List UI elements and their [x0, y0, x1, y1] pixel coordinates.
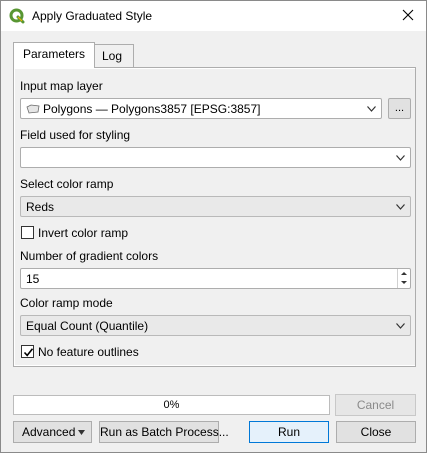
spin-down-icon[interactable] — [398, 278, 410, 287]
tab-parameters[interactable]: Parameters — [13, 42, 96, 68]
color-ramp-combo[interactable]: Reds — [20, 196, 411, 217]
chevron-down-icon — [396, 323, 405, 329]
spinbox-buttons — [397, 269, 410, 288]
tab-parameters-label: Parameters — [23, 47, 86, 61]
invert-ramp-label: Invert color ramp — [38, 226, 129, 240]
cancel-button[interactable]: Cancel — [335, 394, 416, 416]
input-layer-combo[interactable]: Polygons — Polygons3857 [EPSG:3857] — [20, 98, 382, 119]
input-layer-value: Polygons — Polygons3857 [EPSG:3857] — [43, 102, 261, 116]
ramp-mode-label: Color ramp mode — [20, 296, 113, 310]
gradient-colors-value: 15 — [26, 272, 40, 286]
chevron-down-icon — [367, 106, 376, 112]
no-outlines-label: No feature outlines — [38, 345, 139, 359]
checkmark-icon — [23, 348, 34, 357]
close-icon[interactable] — [400, 6, 416, 24]
parameters-panel: Input map layer Polygons — Polygons3857 … — [13, 67, 416, 367]
run-batch-button[interactable]: Run as Batch Process... — [99, 421, 229, 443]
progress-bar: 0% — [13, 395, 330, 415]
ramp-mode-combo[interactable]: Equal Count (Quantile) — [20, 315, 411, 336]
run-button[interactable]: Run — [249, 421, 329, 443]
tab-log[interactable]: Log — [92, 44, 134, 67]
advanced-label: Advanced — [22, 425, 76, 439]
window-title: Apply Graduated Style — [32, 9, 153, 23]
chevron-down-icon — [396, 155, 405, 161]
dialog-window: Apply Graduated Style Parameters Log Inp… — [0, 0, 427, 453]
gradient-colors-spinbox[interactable]: 15 — [20, 268, 411, 289]
progress-text: 0% — [163, 399, 180, 411]
color-ramp-label: Select color ramp — [20, 177, 114, 191]
browse-layer-button[interactable]: ... — [388, 98, 411, 119]
close-button[interactable]: Close — [336, 421, 416, 443]
spin-up-icon[interactable] — [398, 269, 410, 278]
field-combo[interactable] — [20, 147, 411, 168]
gradient-colors-label: Number of gradient colors — [20, 249, 159, 263]
no-outlines-checkbox[interactable] — [21, 345, 34, 358]
title-bar: Apply Graduated Style — [1, 1, 426, 31]
parameters-panel-body: Input map layer Polygons — Polygons3857 … — [15, 69, 415, 365]
qgis-logo-icon — [9, 8, 25, 24]
input-layer-label: Input map layer — [20, 79, 103, 93]
invert-ramp-checkbox[interactable] — [21, 226, 34, 239]
ramp-mode-value: Equal Count (Quantile) — [26, 319, 149, 333]
chevron-down-icon — [396, 204, 405, 210]
tab-log-label: Log — [102, 49, 123, 63]
chevron-down-icon — [78, 430, 85, 435]
color-ramp-value: Reds — [26, 200, 55, 214]
polygon-layer-icon — [26, 104, 40, 114]
field-label: Field used for styling — [20, 128, 131, 142]
advanced-button[interactable]: Advanced — [13, 421, 92, 443]
